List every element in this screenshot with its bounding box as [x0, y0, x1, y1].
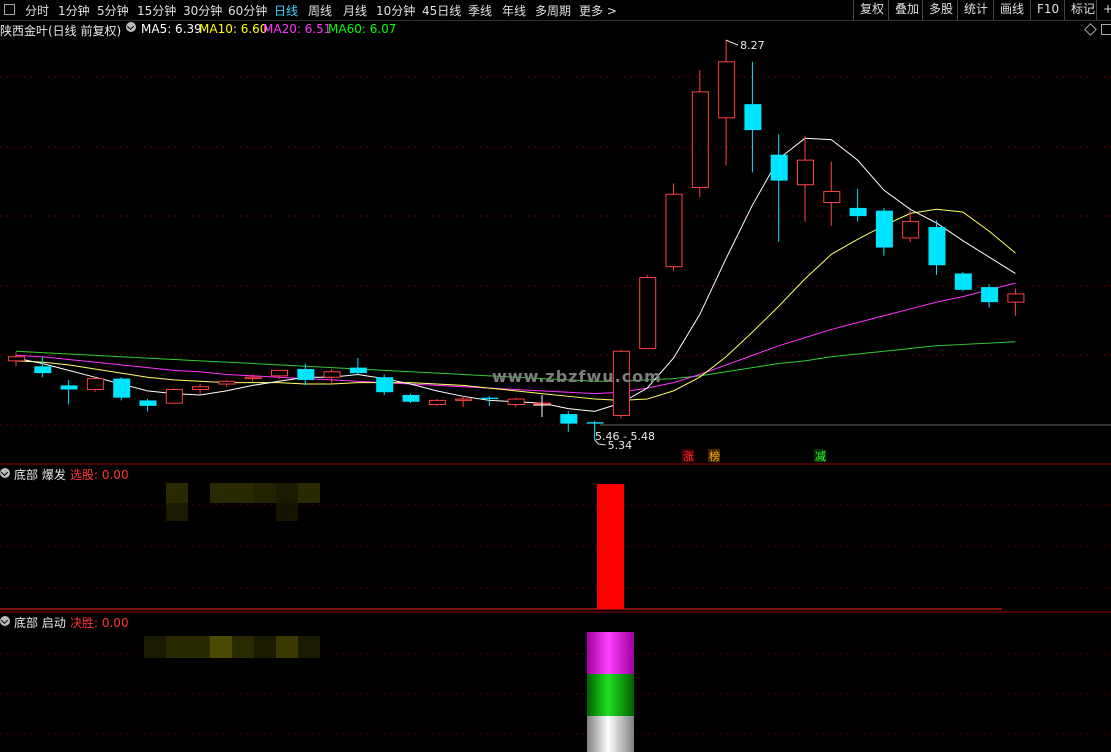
- candle-29: [770, 134, 788, 243]
- ind1-bar-4: [276, 483, 298, 503]
- ind2-bar-4: [254, 636, 276, 658]
- ind2-signal-magenta: [587, 632, 634, 674]
- candle-body-18: [481, 397, 499, 400]
- ind2-signal-green: [587, 674, 634, 716]
- candle-body-5: [139, 400, 157, 406]
- chevron-down-icon[interactable]: [0, 616, 10, 626]
- candle-17: [455, 396, 473, 408]
- candle-body-21: [560, 414, 578, 424]
- candle-body-31: [823, 191, 841, 203]
- candle-26: [691, 70, 709, 197]
- candle-8: [218, 379, 236, 387]
- marker-2: 减: [815, 450, 826, 463]
- marker-0: 涨: [683, 450, 694, 463]
- candle-body-25: [665, 193, 683, 268]
- indicator1-name: 底部 爆发: [14, 468, 66, 482]
- high-pointer: [725, 39, 739, 46]
- range-label: 5.46 - 5.48: [595, 430, 655, 443]
- ind2-bar-5: [276, 636, 298, 658]
- candle-body-8: [218, 380, 236, 385]
- candle-body-17: [455, 398, 473, 401]
- ind1-bar-5: [276, 503, 298, 521]
- candle-15: [402, 393, 420, 404]
- candle-6: [165, 388, 183, 404]
- candle-12: [323, 369, 341, 385]
- candle-body-37: [981, 287, 999, 303]
- candle-24: [639, 274, 657, 350]
- candle-body-19: [507, 398, 525, 406]
- ind1-bar-3: [254, 483, 276, 503]
- candle-body-26: [691, 91, 709, 188]
- watermark: www.zbzfwu.com: [492, 367, 662, 386]
- high-label: 8.27: [740, 39, 765, 52]
- candle-body-30: [797, 159, 814, 186]
- ind1-bar-0: [166, 483, 188, 503]
- candle-body-10: [271, 369, 288, 377]
- marker-1: 榜: [709, 449, 720, 463]
- candle-21: [560, 411, 578, 432]
- candle-body-3: [86, 378, 104, 390]
- candle-body-14: [376, 377, 394, 393]
- candle-body-34: [902, 221, 920, 239]
- ind2-bar-1: [166, 636, 210, 658]
- candle-body-28: [744, 104, 762, 131]
- candle-body-29: [770, 154, 788, 181]
- candle-16: [428, 399, 446, 406]
- candle-7: [192, 384, 210, 394]
- candle-35: [928, 220, 946, 275]
- ind2-signal-white: [587, 716, 634, 752]
- candle-body-33: [875, 210, 893, 248]
- candle-body-16: [428, 399, 446, 406]
- ind1-bar-2: [210, 483, 254, 503]
- candle-body-11: [297, 369, 315, 380]
- candle-body-32: [849, 207, 867, 217]
- indicator2-value: 决胜: 0.00: [70, 616, 129, 630]
- candle-body-36: [954, 273, 972, 290]
- candle-body-15: [402, 394, 420, 402]
- chevron-down-icon[interactable]: [0, 468, 10, 478]
- candle-3: [86, 377, 104, 393]
- candle-body-22: [586, 422, 604, 424]
- candle-31: [823, 161, 841, 226]
- candle-body-4: [113, 378, 131, 398]
- candle-28: [744, 61, 762, 173]
- candle-1: [34, 356, 52, 378]
- candle-32: [849, 188, 867, 222]
- ind2-bar-6: [298, 636, 320, 658]
- candle-33: [875, 207, 893, 256]
- candle-36: [954, 272, 972, 292]
- candle-25: [665, 183, 683, 271]
- candle-body-12: [323, 371, 341, 378]
- indicator2-name: 底部 启动: [14, 616, 66, 630]
- candle-body-1: [34, 366, 52, 374]
- candle-body-13: [349, 367, 367, 374]
- candle-body-24: [639, 277, 657, 350]
- candle-body-35: [928, 227, 946, 266]
- candle-body-27: [718, 61, 736, 119]
- candle-19: [507, 397, 525, 408]
- candle-30: [797, 135, 814, 222]
- ind1-bar-1: [166, 503, 188, 521]
- candle-body-6: [165, 388, 183, 404]
- ind1-signal-bar: [597, 484, 624, 609]
- candle-5: [139, 399, 157, 412]
- ind2-bar-0: [144, 636, 166, 658]
- candle-2: [60, 379, 78, 405]
- candle-14: [376, 374, 394, 395]
- candle-body-0: [8, 356, 25, 362]
- candle-4: [113, 377, 131, 401]
- candle-body-7: [192, 386, 210, 390]
- candle-0: [8, 352, 25, 367]
- ind1-bar-6: [298, 483, 320, 503]
- ind2-bar-2: [210, 636, 232, 658]
- candle-body-9: [244, 376, 262, 380]
- candle-37: [981, 284, 999, 308]
- ind2-bar-3: [232, 636, 254, 658]
- candle-13: [349, 358, 367, 375]
- candle-38: [1007, 288, 1025, 316]
- indicator1-value: 选股: 0.00: [70, 468, 129, 482]
- candle-body-38: [1007, 293, 1025, 303]
- candle-body-2: [60, 385, 78, 390]
